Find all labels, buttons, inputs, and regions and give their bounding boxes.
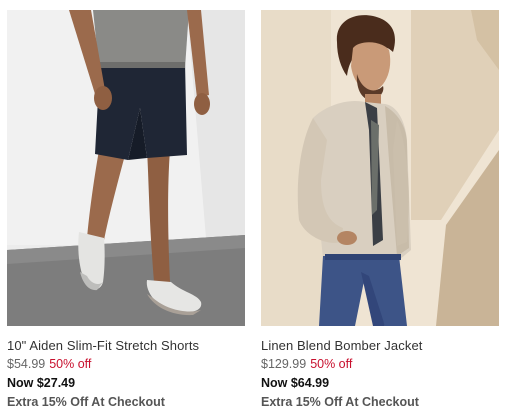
promo-text: Extra 15% Off At Checkout bbox=[261, 395, 419, 409]
product-grid: 10" Aiden Slim-Fit Stretch Shorts $54.99… bbox=[0, 0, 505, 417]
price-row: $129.99 50% off bbox=[261, 356, 499, 373]
product-card-jacket[interactable]: Linen Blend Bomber Jacket $129.99 50% off… bbox=[261, 10, 499, 411]
product-card-shorts[interactable]: 10" Aiden Slim-Fit Stretch Shorts $54.99… bbox=[7, 10, 245, 411]
sale-price: Now $27.49 bbox=[7, 376, 76, 390]
promo-text: Extra 15% Off At Checkout bbox=[7, 395, 165, 409]
discount-percent: 50% off bbox=[49, 357, 92, 371]
price-row: $54.99 50% off bbox=[7, 356, 245, 373]
product-name[interactable]: Linen Blend Bomber Jacket bbox=[261, 338, 499, 354]
product-name[interactable]: 10" Aiden Slim-Fit Stretch Shorts bbox=[7, 338, 245, 354]
product-image-jacket[interactable] bbox=[261, 10, 499, 326]
discount-percent: 50% off bbox=[310, 357, 353, 371]
original-price: $54.99 bbox=[7, 357, 46, 371]
product-image-shorts[interactable] bbox=[7, 10, 245, 326]
original-price: $129.99 bbox=[261, 357, 307, 371]
sale-price: Now $64.99 bbox=[261, 376, 330, 390]
